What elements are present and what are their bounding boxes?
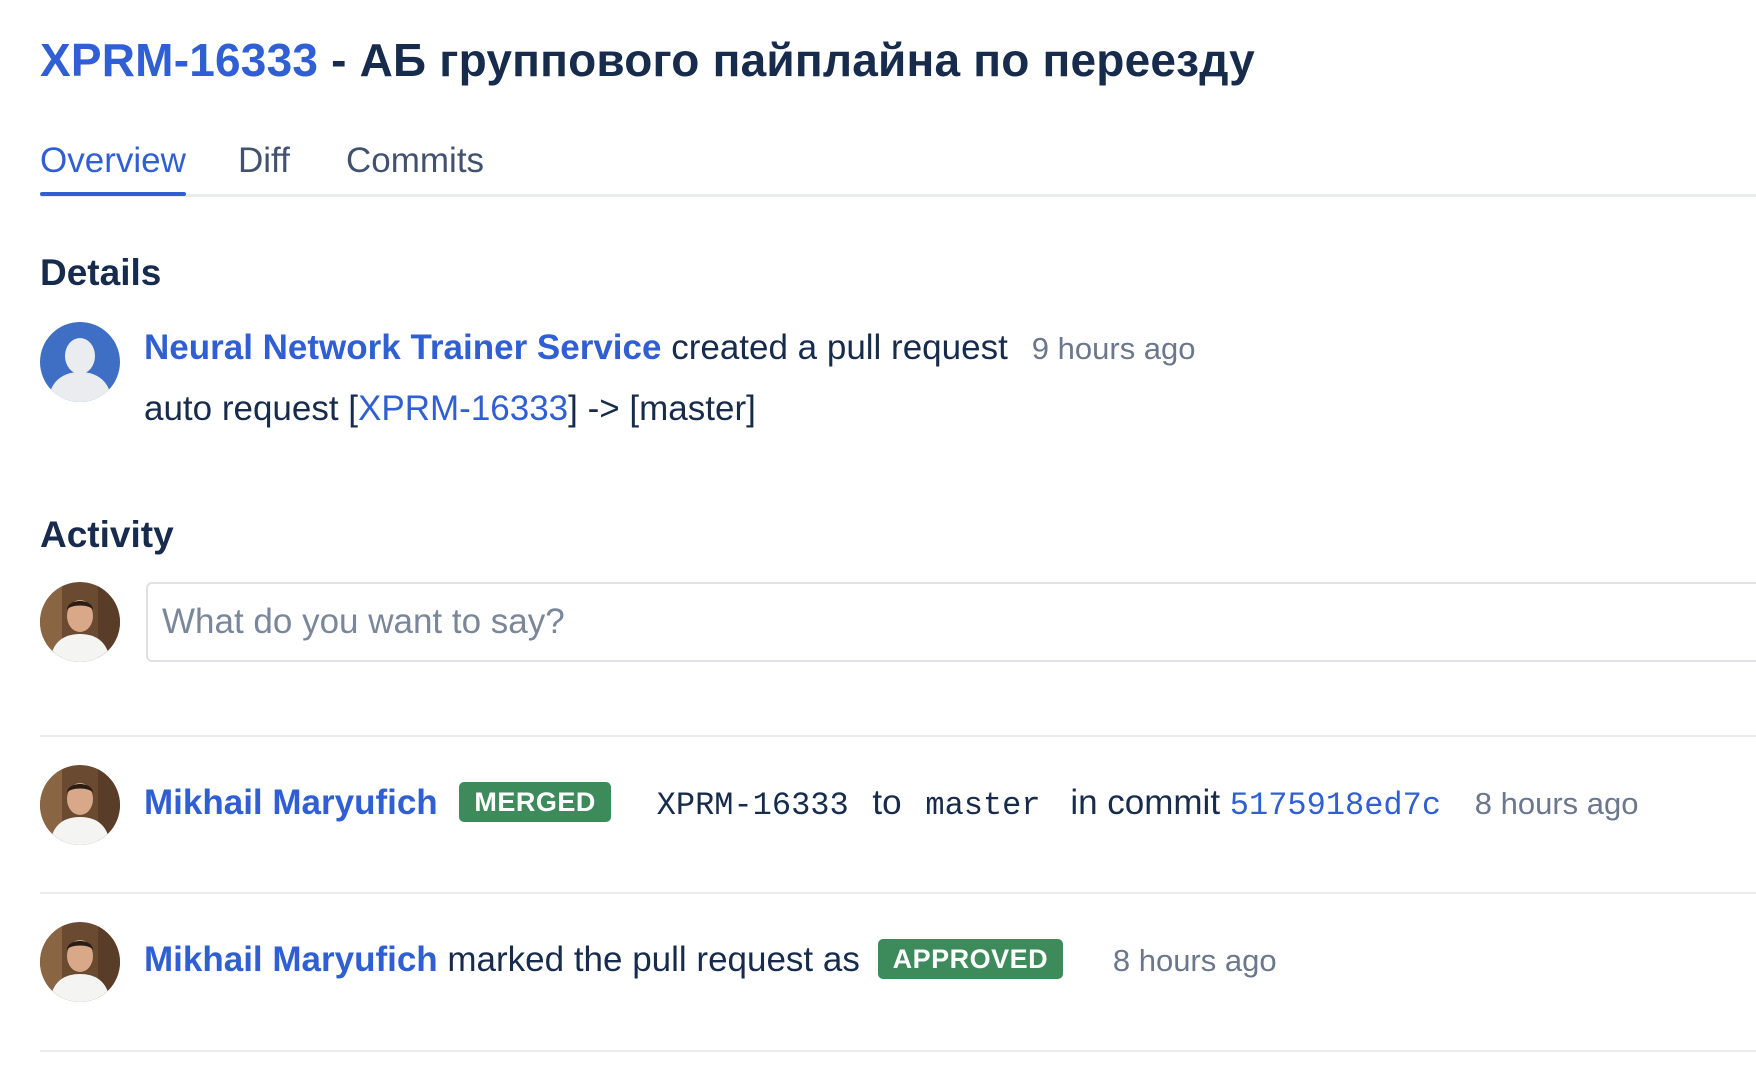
pr-title-text: - АБ группового пайплайна по переезду — [318, 34, 1255, 86]
description-prefix: auto request [ — [144, 389, 359, 428]
details-author-link[interactable]: Neural Network Trainer Service — [144, 328, 661, 367]
approve-timestamp[interactable]: 8 hours ago — [1113, 943, 1277, 978]
details-timestamp[interactable]: 9 hours ago — [1032, 331, 1196, 366]
default-user-silhouette-icon[interactable] — [40, 322, 120, 402]
tab-bar: Overview Diff Commits — [40, 136, 1756, 197]
event-user-link[interactable]: Mikhail Maryufich — [144, 940, 438, 979]
tab-overview[interactable]: Overview — [40, 136, 186, 196]
description-suffix: ] -> [master] — [568, 389, 756, 428]
details-created-line: Neural Network Trainer Service created a… — [144, 325, 1196, 372]
approved-badge: APPROVED — [877, 938, 1064, 979]
approve-event: Mikhail Maryufich marked the pull reques… — [144, 937, 1277, 984]
tab-commits[interactable]: Commits — [346, 136, 484, 186]
details-heading: Details — [40, 252, 162, 293]
event-user-avatar[interactable] — [40, 765, 120, 845]
page-title: XPRM-16333 - АБ группового пайплайна по … — [40, 30, 1255, 90]
tab-bar-divider — [40, 194, 1756, 197]
approve-action-text: marked the pull request as — [437, 940, 870, 979]
source-branch: XPRM-16333 — [656, 787, 849, 824]
pull-request-page: XPRM-16333 - АБ группового пайплайна по … — [0, 0, 1756, 1072]
details-action-text: created a pull request — [661, 328, 1008, 367]
tab-diff[interactable]: Diff — [238, 136, 290, 186]
activity-divider — [40, 735, 1756, 737]
merge-commit-text: in commit — [1070, 783, 1221, 822]
merge-timestamp[interactable]: 8 hours ago — [1475, 786, 1639, 821]
description-issue-link[interactable]: XPRM-16333 — [358, 389, 568, 428]
merged-badge: MERGED — [459, 781, 611, 822]
merge-event: Mikhail Maryufich MERGED XPRM-16333 to m… — [144, 780, 1639, 829]
activity-heading: Activity — [40, 514, 174, 555]
pr-key-link[interactable]: XPRM-16333 — [40, 34, 318, 86]
event-user-link[interactable]: Mikhail Maryufich — [144, 783, 438, 822]
current-user-avatar[interactable] — [40, 582, 120, 662]
event-divider — [40, 1050, 1756, 1052]
event-user-avatar[interactable] — [40, 922, 120, 1002]
merge-to-text: to — [872, 783, 902, 822]
commit-hash-link[interactable]: 5175918ed7c — [1230, 787, 1441, 824]
comment-input[interactable] — [146, 582, 1756, 662]
details-description: auto request [XPRM-16333] -> [master] — [144, 386, 756, 432]
event-divider — [40, 892, 1756, 894]
target-branch: master — [925, 787, 1041, 824]
